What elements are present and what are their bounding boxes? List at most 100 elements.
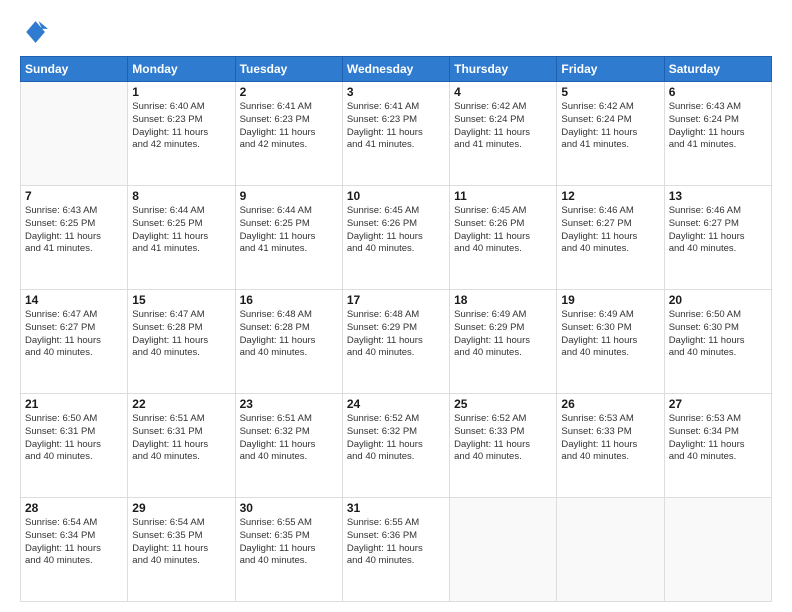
page: SundayMondayTuesdayWednesdayThursdayFrid… (0, 0, 792, 612)
day-number: 13 (669, 189, 767, 203)
day-number: 2 (240, 85, 338, 99)
day-info: Sunrise: 6:41 AM Sunset: 6:23 PM Dayligh… (347, 101, 445, 152)
day-info: Sunrise: 6:55 AM Sunset: 6:36 PM Dayligh… (347, 517, 445, 568)
calendar-cell: 9 Sunrise: 6:44 AM Sunset: 6:25 PM Daylig… (235, 186, 342, 290)
calendar-cell: 5 Sunrise: 6:42 AM Sunset: 6:24 PM Daylig… (557, 82, 664, 186)
day-number: 3 (347, 85, 445, 99)
day-number: 26 (561, 397, 659, 411)
day-header-sunday: Sunday (21, 57, 128, 82)
calendar-cell: 27Sunrise: 6:53 AM Sunset: 6:34 PM Dayli… (664, 394, 771, 498)
calendar-cell: 23 Sunrise: 6:51 AM Sunset: 6:32 PM Dayli… (235, 394, 342, 498)
calendar-cell (664, 498, 771, 602)
day-info: Sunrise: 6:41 AM Sunset: 6:23 PM Dayligh… (240, 101, 338, 152)
day-number: 23 (240, 397, 338, 411)
day-info: Sunrise: 6:45 AM Sunset: 6:26 PM Dayligh… (454, 205, 552, 256)
day-info: Sunrise: 6:51 AM Sunset: 6:32 PM Dayligh… (240, 413, 338, 464)
calendar-week-row: 28 Sunrise: 6:54 AM Sunset: 6:34 PM Dayli… (21, 498, 772, 602)
day-info: Sunrise: 6:44 AM Sunset: 6:25 PM Dayligh… (132, 205, 230, 256)
calendar-cell: 13 Sunrise: 6:46 AM Sunset: 6:27 PM Dayli… (664, 186, 771, 290)
calendar-cell: 20 Sunrise: 6:50 AM Sunset: 6:30 PM Dayli… (664, 290, 771, 394)
day-header-saturday: Saturday (664, 57, 771, 82)
day-info: Sunrise: 6:50 AM Sunset: 6:30 PM Dayligh… (669, 309, 767, 360)
day-number: 18 (454, 293, 552, 307)
day-info: Sunrise: 6:46 AM Sunset: 6:27 PM Dayligh… (561, 205, 659, 256)
day-info: Sunrise: 6:53 AM Sunset: 6:33 PM Dayligh… (561, 413, 659, 464)
calendar-cell: 29 Sunrise: 6:54 AM Sunset: 6:35 PM Dayli… (128, 498, 235, 602)
calendar-cell: 10 Sunrise: 6:45 AM Sunset: 6:26 PM Dayli… (342, 186, 449, 290)
day-info: Sunrise: 6:50 AM Sunset: 6:31 PM Dayligh… (25, 413, 123, 464)
calendar-cell (450, 498, 557, 602)
day-header-friday: Friday (557, 57, 664, 82)
calendar-cell: 1Sunrise: 6:40 AM Sunset: 6:23 PM Daylig… (128, 82, 235, 186)
day-number: 15 (132, 293, 230, 307)
calendar-cell: 7 Sunrise: 6:43 AM Sunset: 6:25 PM Daylig… (21, 186, 128, 290)
calendar-cell: 8Sunrise: 6:44 AM Sunset: 6:25 PM Daylig… (128, 186, 235, 290)
calendar-cell: 11 Sunrise: 6:45 AM Sunset: 6:26 PM Dayli… (450, 186, 557, 290)
calendar-cell: 26 Sunrise: 6:53 AM Sunset: 6:33 PM Dayli… (557, 394, 664, 498)
day-number: 16 (240, 293, 338, 307)
calendar-cell (21, 82, 128, 186)
day-info: Sunrise: 6:47 AM Sunset: 6:28 PM Dayligh… (132, 309, 230, 360)
day-number: 21 (25, 397, 123, 411)
day-header-wednesday: Wednesday (342, 57, 449, 82)
logo (20, 18, 52, 46)
day-info: Sunrise: 6:42 AM Sunset: 6:24 PM Dayligh… (561, 101, 659, 152)
day-number: 28 (25, 501, 123, 515)
calendar-cell: 17Sunrise: 6:48 AM Sunset: 6:29 PM Dayli… (342, 290, 449, 394)
day-header-thursday: Thursday (450, 57, 557, 82)
calendar-cell: 18 Sunrise: 6:49 AM Sunset: 6:29 PM Dayli… (450, 290, 557, 394)
day-number: 10 (347, 189, 445, 203)
day-info: Sunrise: 6:53 AM Sunset: 6:34 PM Dayligh… (669, 413, 767, 464)
day-number: 30 (240, 501, 338, 515)
day-info: Sunrise: 6:47 AM Sunset: 6:27 PM Dayligh… (25, 309, 123, 360)
day-info: Sunrise: 6:55 AM Sunset: 6:35 PM Dayligh… (240, 517, 338, 568)
day-number: 12 (561, 189, 659, 203)
day-number: 11 (454, 189, 552, 203)
calendar-week-row: 21 Sunrise: 6:50 AM Sunset: 6:31 PM Dayli… (21, 394, 772, 498)
calendar-cell: 30 Sunrise: 6:55 AM Sunset: 6:35 PM Dayli… (235, 498, 342, 602)
calendar-cell: 19Sunrise: 6:49 AM Sunset: 6:30 PM Dayli… (557, 290, 664, 394)
calendar-cell: 4 Sunrise: 6:42 AM Sunset: 6:24 PM Daylig… (450, 82, 557, 186)
day-info: Sunrise: 6:45 AM Sunset: 6:26 PM Dayligh… (347, 205, 445, 256)
calendar-cell: 15 Sunrise: 6:47 AM Sunset: 6:28 PM Dayli… (128, 290, 235, 394)
header (20, 18, 772, 46)
calendar-cell: 31 Sunrise: 6:55 AM Sunset: 6:36 PM Dayli… (342, 498, 449, 602)
day-number: 20 (669, 293, 767, 307)
day-info: Sunrise: 6:43 AM Sunset: 6:25 PM Dayligh… (25, 205, 123, 256)
day-number: 24 (347, 397, 445, 411)
calendar-cell: 2 Sunrise: 6:41 AM Sunset: 6:23 PM Daylig… (235, 82, 342, 186)
day-number: 9 (240, 189, 338, 203)
day-info: Sunrise: 6:51 AM Sunset: 6:31 PM Dayligh… (132, 413, 230, 464)
calendar-header-row: SundayMondayTuesdayWednesdayThursdayFrid… (21, 57, 772, 82)
day-number: 14 (25, 293, 123, 307)
day-info: Sunrise: 6:54 AM Sunset: 6:35 PM Dayligh… (132, 517, 230, 568)
calendar-week-row: 1Sunrise: 6:40 AM Sunset: 6:23 PM Daylig… (21, 82, 772, 186)
calendar-cell: 12 Sunrise: 6:46 AM Sunset: 6:27 PM Dayli… (557, 186, 664, 290)
day-number: 31 (347, 501, 445, 515)
calendar-cell (557, 498, 664, 602)
calendar-cell: 25Sunrise: 6:52 AM Sunset: 6:33 PM Dayli… (450, 394, 557, 498)
calendar-cell: 22Sunrise: 6:51 AM Sunset: 6:31 PM Dayli… (128, 394, 235, 498)
day-number: 7 (25, 189, 123, 203)
calendar-cell: 21 Sunrise: 6:50 AM Sunset: 6:31 PM Dayli… (21, 394, 128, 498)
day-info: Sunrise: 6:42 AM Sunset: 6:24 PM Dayligh… (454, 101, 552, 152)
calendar-cell: 14 Sunrise: 6:47 AM Sunset: 6:27 PM Dayli… (21, 290, 128, 394)
day-info: Sunrise: 6:54 AM Sunset: 6:34 PM Dayligh… (25, 517, 123, 568)
day-info: Sunrise: 6:48 AM Sunset: 6:29 PM Dayligh… (347, 309, 445, 360)
day-number: 29 (132, 501, 230, 515)
calendar-cell: 28 Sunrise: 6:54 AM Sunset: 6:34 PM Dayli… (21, 498, 128, 602)
day-info: Sunrise: 6:46 AM Sunset: 6:27 PM Dayligh… (669, 205, 767, 256)
logo-icon (20, 18, 48, 46)
day-info: Sunrise: 6:40 AM Sunset: 6:23 PM Dayligh… (132, 101, 230, 152)
day-number: 4 (454, 85, 552, 99)
day-number: 25 (454, 397, 552, 411)
day-header-monday: Monday (128, 57, 235, 82)
day-number: 5 (561, 85, 659, 99)
calendar-cell: 24Sunrise: 6:52 AM Sunset: 6:32 PM Dayli… (342, 394, 449, 498)
day-info: Sunrise: 6:49 AM Sunset: 6:29 PM Dayligh… (454, 309, 552, 360)
calendar-week-row: 14 Sunrise: 6:47 AM Sunset: 6:27 PM Dayli… (21, 290, 772, 394)
calendar-cell: 3 Sunrise: 6:41 AM Sunset: 6:23 PM Daylig… (342, 82, 449, 186)
day-info: Sunrise: 6:48 AM Sunset: 6:28 PM Dayligh… (240, 309, 338, 360)
day-info: Sunrise: 6:44 AM Sunset: 6:25 PM Dayligh… (240, 205, 338, 256)
calendar-week-row: 7 Sunrise: 6:43 AM Sunset: 6:25 PM Daylig… (21, 186, 772, 290)
